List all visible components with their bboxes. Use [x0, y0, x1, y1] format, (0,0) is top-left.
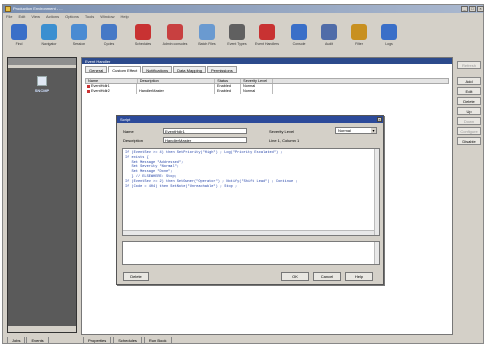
tools-icon [199, 24, 215, 40]
app-icon [5, 6, 11, 12]
toolbar-console-button[interactable]: Console [285, 22, 313, 52]
menu-edit[interactable]: Edit [18, 14, 25, 20]
name-label: Name [123, 129, 134, 134]
ok-button[interactable]: OK [281, 272, 309, 281]
people-icon [167, 24, 183, 40]
toolbar-audit-button[interactable]: Audit [315, 22, 343, 52]
edit-button[interactable]: Edit [457, 87, 481, 95]
nav-tile-sncmp[interactable]: SNCMP [26, 76, 58, 98]
toolbar-navigator-button[interactable]: Navigator [35, 22, 63, 52]
dialog-title-bar: Script × [117, 116, 383, 123]
move-up-button[interactable]: Up [457, 107, 481, 115]
toolbar-logs-button[interactable]: Logs [375, 22, 403, 52]
output-pane[interactable] [122, 241, 380, 265]
window-title: Production Environment - ... [13, 6, 63, 11]
disable-button[interactable]: Disable [457, 137, 481, 145]
script-editor[interactable]: If (EventSev >= 4) then SetPriority("Hig… [122, 148, 380, 236]
chevron-down-icon: ▾ [371, 128, 376, 133]
menu-tools[interactable]: Tools [85, 14, 94, 20]
main-tab-strip: General Custom Effect Notifications Data… [85, 66, 237, 73]
tab-run-book[interactable]: Run Book [143, 337, 172, 344]
chat-icon [71, 24, 87, 40]
minimize-button[interactable]: _ [461, 6, 468, 12]
toolbar-event-types-button[interactable]: Event Types [223, 22, 251, 52]
toolbar-event-handlers-button[interactable]: Event Handlers [253, 22, 281, 52]
toolbar-schedules-button[interactable]: Schedules [129, 22, 157, 52]
maximize-button[interactable]: □ [469, 6, 476, 12]
main-pane-header: Event Handler [82, 58, 452, 64]
configure-button[interactable]: Configure [457, 127, 481, 135]
code-line: If (Code = 404) then SetNote("Unreachabl… [125, 184, 238, 189]
chat-bubble-icon [101, 24, 117, 40]
toolbar-find-button[interactable]: Find [5, 22, 33, 52]
description-field[interactable]: HandlerMaster [163, 137, 247, 143]
navigation-scrollbar[interactable] [8, 326, 76, 332]
console-icon [291, 24, 307, 40]
left-tab-strip: Jobs Events [7, 337, 49, 344]
cursor-position-label: Line 1, Column 1 [269, 138, 300, 143]
dialog-delete-button[interactable]: Delete [123, 272, 149, 281]
molecule-icon [41, 24, 57, 40]
action-button-column: Refresh Add Edit Delete Up Down Configur… [457, 61, 483, 147]
toolbar-session-button[interactable]: Session [65, 22, 93, 52]
help-button[interactable]: Help [345, 272, 373, 281]
audit-icon [321, 24, 337, 40]
tab-permissions[interactable]: Permissions [206, 66, 237, 73]
table-row[interactable]: EventHdlr2 HandlerMaster Enabled Normal [85, 89, 449, 94]
editor-horizontal-scrollbar[interactable] [123, 230, 374, 235]
menu-file[interactable]: File [6, 14, 12, 20]
magnifier-icon [11, 24, 27, 40]
bottom-tab-strip: Properties Schedules Run Book [83, 337, 172, 344]
toolbar: Find Navigator Session Cycles Schedules … [3, 22, 483, 52]
menu-window[interactable]: Window [100, 14, 114, 20]
navigation-pane-header [8, 58, 76, 65]
description-label: Description [123, 138, 144, 143]
refresh-button[interactable]: Refresh [457, 61, 481, 69]
navigation-pane: SNCMP [7, 57, 77, 333]
server-icon [37, 76, 47, 86]
star-icon [259, 24, 275, 40]
tab-data-mapping[interactable]: Data Mapping [173, 66, 206, 73]
delete-button[interactable]: Delete [457, 97, 481, 105]
menu-actions[interactable]: Actions [46, 14, 59, 20]
handler-icon [87, 89, 90, 93]
tab-notifications[interactable]: Notifications [142, 66, 173, 73]
menu-view[interactable]: View [31, 14, 40, 20]
dialog-title: Script [120, 117, 131, 122]
editor-vertical-scrollbar[interactable] [374, 149, 379, 235]
tab-schedules[interactable]: Schedules [113, 337, 142, 344]
toolbar-filter-button[interactable]: Filter [345, 22, 373, 52]
toolbar-admin-button[interactable]: Admin consoles [161, 22, 189, 52]
tab-general[interactable]: General [85, 66, 108, 73]
shield-icon [135, 24, 151, 40]
menu-bar: File Edit View Actions Options Tools Win… [3, 14, 483, 20]
toolbar-batch-button[interactable]: Batch Files [193, 22, 221, 52]
add-button[interactable]: Add [457, 77, 481, 85]
title-bar: Production Environment - ... _ □ × [3, 5, 484, 13]
cancel-button[interactable]: Cancel [313, 272, 341, 281]
tab-jobs[interactable]: Jobs [7, 337, 26, 344]
handler-table: Name Description Status Severity Level E… [85, 78, 449, 94]
globe-icon [351, 24, 367, 40]
tab-properties[interactable]: Properties [83, 337, 112, 344]
tab-events[interactable]: Events [26, 337, 49, 344]
move-down-button[interactable]: Down [457, 117, 481, 125]
output-scrollbar[interactable] [374, 242, 379, 264]
app-window: Production Environment - ... _ □ × File … [2, 4, 484, 344]
gear-document-icon [229, 24, 245, 40]
tab-custom-effect[interactable]: Custom Effect [108, 66, 142, 73]
severity-select[interactable]: Normal ▾ [335, 127, 377, 134]
name-field[interactable]: EventHdlr1 [163, 128, 247, 134]
script-dialog: Script × Name EventHdlr1 Description Han… [116, 115, 384, 285]
toolbar-cycles-button[interactable]: Cycles [95, 22, 123, 52]
menu-options[interactable]: Options [65, 14, 79, 20]
script-code: If (EventSev >= 4) then SetPriority("Hig… [125, 151, 371, 189]
severity-label: Severity Level [269, 129, 295, 134]
close-icon[interactable]: × [377, 117, 382, 122]
log-icon [381, 24, 397, 40]
close-window-button[interactable]: × [477, 6, 484, 12]
menu-help[interactable]: Help [120, 14, 128, 20]
handler-icon [87, 84, 90, 88]
